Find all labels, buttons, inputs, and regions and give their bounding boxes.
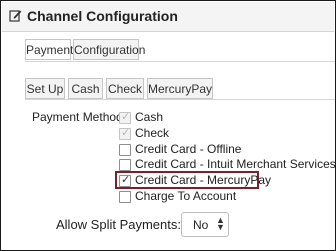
- checkmark-icon: ✓: [121, 111, 131, 123]
- tab-set-up[interactable]: Set Up: [25, 78, 65, 99]
- up-down-arrows-icon: ▲ ▼: [216, 215, 225, 232]
- checkmark-icon: ✓: [121, 174, 131, 186]
- checkmark-icon: ✓: [121, 127, 131, 139]
- panel-header: Channel Configuration: [2, 2, 334, 32]
- payment-method-label: Check: [135, 126, 170, 140]
- tab-configuration[interactable]: Configuration: [73, 39, 145, 60]
- payment-method-label: Credit Card - Offline: [135, 142, 242, 156]
- tab-payment[interactable]: Payment: [25, 39, 73, 60]
- tab-mercurypay[interactable]: MercuryPay: [147, 78, 213, 99]
- payment-method-label: Cash: [135, 110, 164, 124]
- checkbox[interactable]: [119, 144, 131, 156]
- payment-method-label: Charge To Account: [135, 189, 237, 203]
- split-payments-select[interactable]: No ▲ ▼: [181, 212, 229, 237]
- checkbox[interactable]: [119, 191, 131, 203]
- split-payments-label: Allow Split Payments:: [56, 217, 181, 232]
- payment-method-label: Credit Card - MercuryPay: [135, 173, 272, 187]
- primary-tabs-divider: [25, 61, 335, 62]
- payment-methods-label: Payment Methods:: [32, 110, 133, 124]
- checkbox[interactable]: ✓: [119, 111, 131, 124]
- tab-check[interactable]: Check: [106, 78, 144, 99]
- checkbox[interactable]: [119, 159, 131, 171]
- checkbox[interactable]: ✓: [119, 174, 131, 187]
- panel-title: Channel Configuration: [27, 8, 178, 24]
- split-payments-value: No: [193, 218, 209, 232]
- edit-note-icon: [9, 9, 22, 22]
- checkbox[interactable]: ✓: [119, 127, 131, 140]
- secondary-tabs-divider: [25, 99, 335, 100]
- tab-cash[interactable]: Cash: [68, 78, 103, 99]
- payment-method-label: Credit Card - Intuit Merchant Services: [135, 157, 336, 171]
- channel-configuration-panel: Channel Configuration Payment Configurat…: [0, 0, 336, 251]
